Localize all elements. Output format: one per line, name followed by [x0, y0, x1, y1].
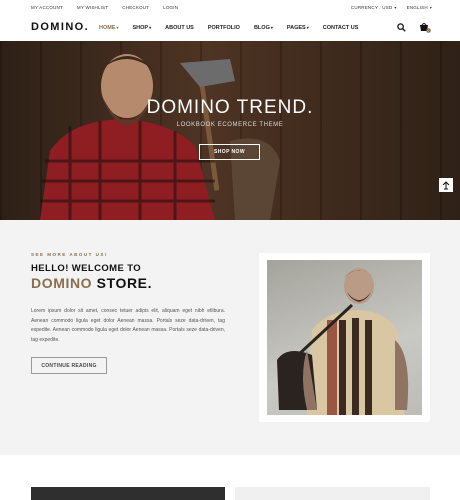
hero-subtitle: LOOKBOOK ECOMERCE THEME: [176, 122, 284, 128]
menu-item-label: PAGES: [286, 25, 306, 31]
locale-selectors: CURRENCY : USD ▾ ENGLISH ▾: [351, 5, 432, 10]
currency-label: CURRENCY : USD: [350, 5, 393, 10]
account-links: MY ACCOUNT MY WISHLIST CHECKOUT LOGIN: [31, 5, 178, 10]
caret-down-icon: ▾: [116, 25, 119, 30]
shop-now-button[interactable]: SHOP NOW: [199, 144, 260, 160]
hero-model-image: [40, 54, 280, 220]
checkout-link[interactable]: CHECKOUT: [122, 5, 149, 10]
menu-item-label: SHOP: [132, 25, 149, 31]
language-selector[interactable]: ENGLISH ▾: [407, 5, 432, 10]
caret-down-icon: ▾: [149, 25, 152, 30]
model-portrait-image: [277, 268, 409, 415]
store-brand: DOMINO: [31, 275, 93, 291]
store-heading: DOMINO STORE.: [31, 275, 152, 291]
logo[interactable]: DOMINO.: [31, 21, 89, 33]
menu-item-blog[interactable]: BLOG▾: [254, 25, 273, 31]
menu-item-home[interactable]: HOME▾: [99, 25, 119, 31]
store-suffix: STORE.: [92, 275, 153, 291]
menu-item-label: ABOUT US: [165, 25, 194, 31]
menu-item-label: HOME: [99, 25, 116, 31]
about-paragraph: Lorem ipsum dolor sit amet, consec tetue…: [31, 308, 225, 343]
scroll-top-icon: [442, 180, 450, 189]
menu-item-label: PORTFOLIO: [207, 25, 240, 31]
menu-item-label: CONTACT US: [322, 25, 359, 31]
main-header: DOMINO. HOME▾ SHOP▾ ABOUT US PORTFOLIO B…: [0, 14, 460, 41]
hero-title: DOMINO TREND.: [146, 97, 314, 118]
menu-item-label: BLOG: [253, 25, 270, 31]
login-link[interactable]: LOGIN: [163, 5, 178, 10]
next-section: [0, 455, 460, 500]
menu-item-about[interactable]: ABOUT US: [165, 25, 194, 31]
my-account-link[interactable]: MY ACCOUNT: [31, 5, 63, 10]
main-menu: HOME▾ SHOP▾ ABOUT US PORTFOLIO BLOG▾ PAG…: [99, 25, 358, 31]
cart-icon[interactable]: 0: [419, 22, 431, 33]
about-section: SEE MORE ABOUT US! HELLO! WELCOME TO DOM…: [0, 220, 460, 455]
about-photo-frame: [259, 253, 430, 422]
menu-item-contact[interactable]: CONTACT US: [323, 25, 359, 31]
hero-banner: DOMINO TREND. LOOKBOOK ECOMERCE THEME SH…: [0, 41, 460, 220]
caret-down-icon: ▾: [306, 25, 309, 30]
my-wishlist-link[interactable]: MY WISHLIST: [77, 5, 108, 10]
top-utility-bar: MY ACCOUNT MY WISHLIST CHECKOUT LOGIN CU…: [0, 0, 460, 15]
light-banner-block: [235, 487, 430, 500]
dark-banner-block: [31, 487, 225, 500]
section-eyebrow: SEE MORE ABOUT US!: [31, 252, 108, 257]
menu-item-shop[interactable]: SHOP▾: [133, 25, 152, 31]
caret-down-icon: ▾: [429, 5, 432, 10]
about-photo: [267, 260, 422, 415]
welcome-heading: HELLO! WELCOME TO: [31, 263, 142, 274]
currency-selector[interactable]: CURRENCY : USD ▾: [351, 5, 397, 10]
caret-down-icon: ▾: [270, 25, 273, 30]
continue-reading-button[interactable]: CONTINUE READING: [31, 357, 107, 374]
menu-item-pages[interactable]: PAGES▾: [287, 25, 309, 31]
menu-item-portfolio[interactable]: PORTFOLIO: [208, 25, 240, 31]
caret-down-icon: ▾: [394, 5, 397, 10]
search-icon[interactable]: [397, 23, 406, 32]
language-label: ENGLISH: [406, 5, 428, 10]
scroll-top-button[interactable]: [439, 178, 453, 192]
